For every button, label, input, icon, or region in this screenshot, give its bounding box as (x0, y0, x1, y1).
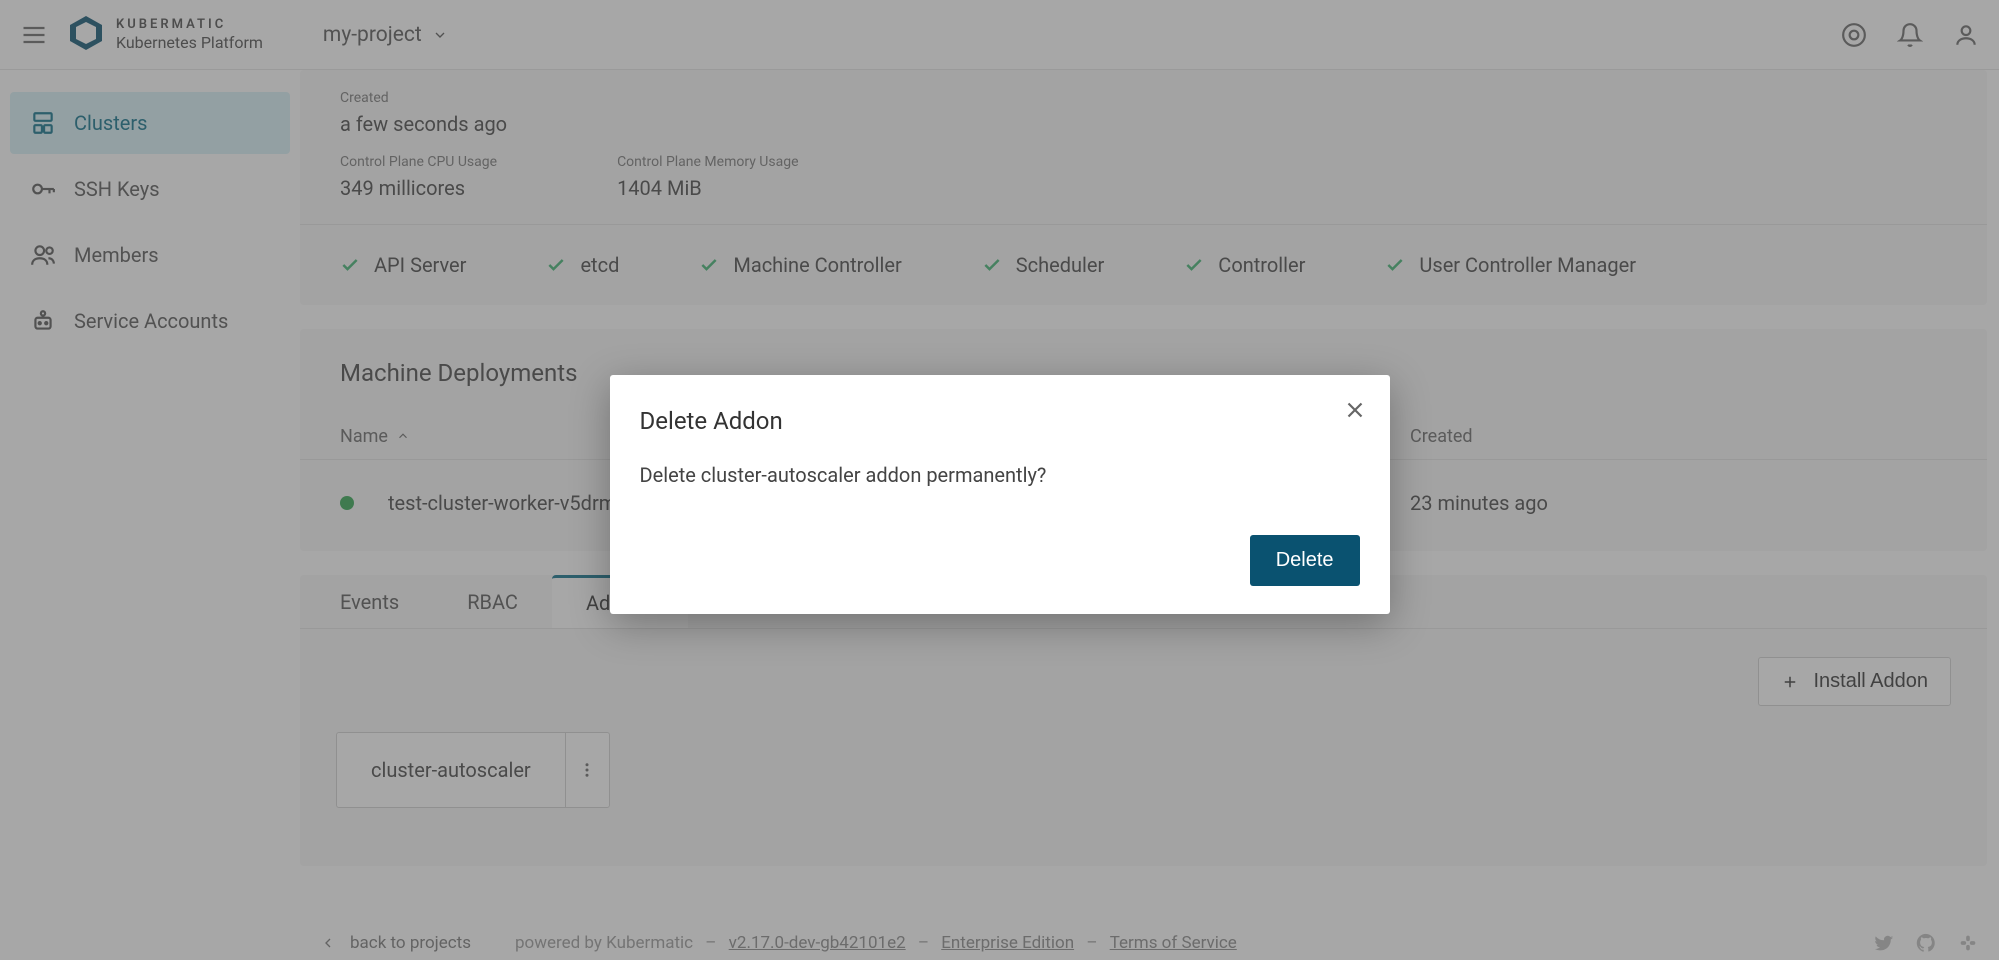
dialog-title: Delete Addon (640, 407, 1360, 435)
close-icon (1342, 397, 1368, 423)
modal-overlay[interactable]: Delete Addon Delete cluster-autoscaler a… (0, 0, 1999, 960)
delete-addon-dialog: Delete Addon Delete cluster-autoscaler a… (610, 375, 1390, 614)
dialog-body: Delete cluster-autoscaler addon permanen… (640, 463, 1360, 487)
close-dialog-button[interactable] (1342, 397, 1368, 423)
confirm-delete-button[interactable]: Delete (1250, 535, 1360, 586)
